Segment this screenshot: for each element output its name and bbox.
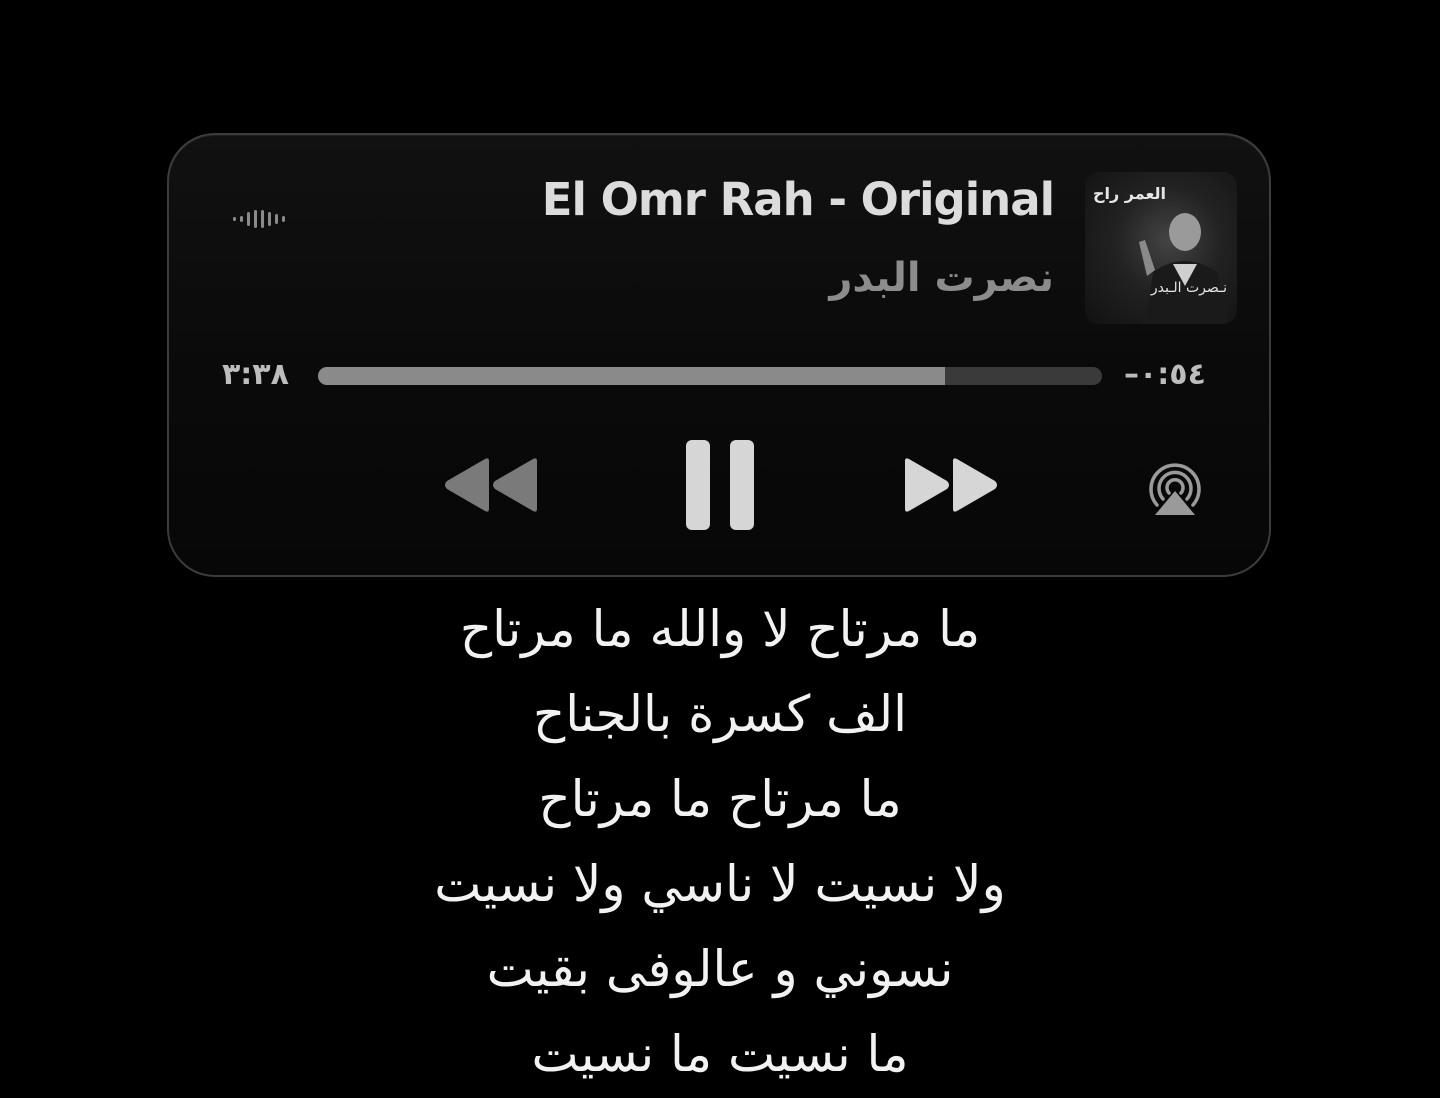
album-artwork[interactable]: العمر راح نـصرت الـبدر bbox=[1085, 172, 1237, 324]
lyric-line: ما مرتاح لا والله ما مرتاح bbox=[459, 600, 981, 658]
artwork-artist-text: نـصرت الـبدر bbox=[1150, 280, 1227, 296]
pause-icon[interactable] bbox=[684, 438, 756, 532]
lyric-line: ما مرتاح ما مرتاح bbox=[538, 770, 902, 828]
progress-bar[interactable] bbox=[318, 367, 1102, 385]
elapsed-time: ٣:٣٨ bbox=[222, 357, 289, 392]
waveform-icon bbox=[233, 210, 285, 228]
progress-fill bbox=[318, 367, 946, 385]
track-title: El Omr Rah - Original bbox=[541, 173, 1055, 226]
artwork-title-text: العمر راح bbox=[1093, 184, 1166, 203]
rewind-icon[interactable] bbox=[441, 455, 541, 515]
artist-figure bbox=[1139, 213, 1229, 324]
lyric-line: ولا نسيت لا ناسي ولا نسيت bbox=[434, 855, 1006, 913]
lyric-line: ما نسيت ما نسيت bbox=[531, 1025, 909, 1083]
remaining-time: –٠:٥٤ bbox=[1124, 357, 1206, 392]
track-artist: نصرت البدر bbox=[829, 255, 1054, 301]
lyrics-panel: ما مرتاح لا والله ما مرتاح الف كسرة بالج… bbox=[0, 588, 1440, 1098]
lyric-line: نسوني و عالوفى بقيت bbox=[486, 940, 954, 998]
fast-forward-icon[interactable] bbox=[901, 455, 1001, 515]
lyric-line: الف كسرة بالجناح bbox=[532, 685, 908, 743]
now-playing-widget: El Omr Rah - Original نصرت البدر العمر ر… bbox=[167, 133, 1271, 577]
airplay-icon[interactable] bbox=[1143, 457, 1207, 519]
